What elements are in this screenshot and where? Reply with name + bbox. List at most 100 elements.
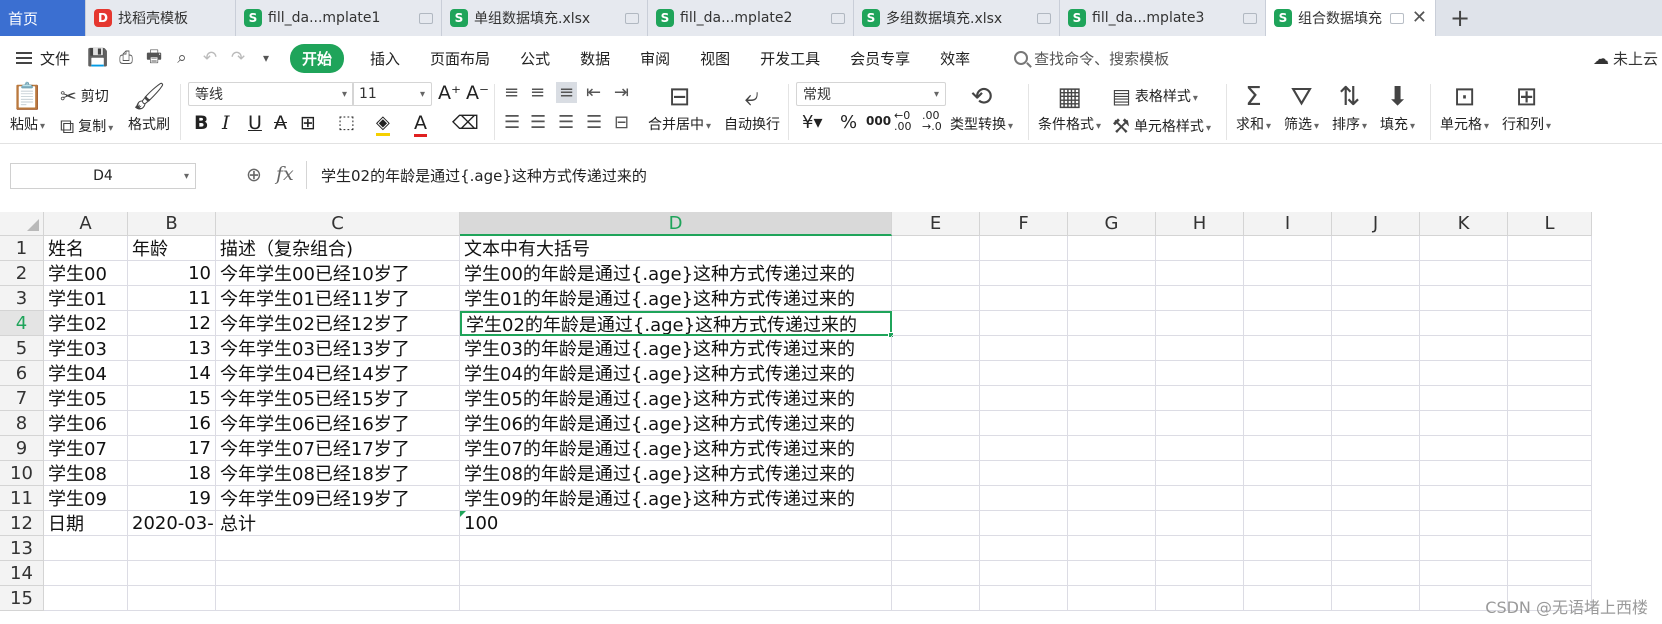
cell-d12[interactable]: 100 <box>460 511 892 536</box>
cell-d8[interactable]: 学生06的年龄是通过{.age}这种方式传递过来的 <box>460 411 892 436</box>
doc-tab-0[interactable]: 首页 <box>0 0 86 36</box>
cell-g10[interactable] <box>1068 461 1156 486</box>
number-format-select[interactable]: 常规 ▾ <box>796 82 946 106</box>
cell-g13[interactable] <box>1068 536 1156 561</box>
cell-k5[interactable] <box>1420 336 1508 361</box>
cell-e10[interactable] <box>892 461 980 486</box>
cell-a11[interactable]: 学生09 <box>44 486 128 511</box>
cell-g14[interactable] <box>1068 561 1156 586</box>
cell-d10[interactable]: 学生08的年龄是通过{.age}这种方式传递过来的 <box>460 461 892 486</box>
align-right-icon[interactable]: ☰ <box>558 112 574 133</box>
decrease-decimal-button[interactable]: .00 →.0 <box>922 110 942 132</box>
cell-j3[interactable] <box>1332 286 1420 311</box>
cells-button[interactable]: ⊡ 单元格 <box>1440 80 1489 134</box>
cell-l9[interactable] <box>1508 436 1592 461</box>
cell-h2[interactable] <box>1156 261 1244 286</box>
cell-i13[interactable] <box>1244 536 1332 561</box>
doc-tab-4[interactable]: Sfill_da...mplate2 <box>648 0 854 36</box>
cell-e1[interactable] <box>892 236 980 261</box>
cell-j4[interactable] <box>1332 311 1420 336</box>
cell-d9[interactable]: 学生07的年龄是通过{.age}这种方式传递过来的 <box>460 436 892 461</box>
cell-j6[interactable] <box>1332 361 1420 386</box>
print-preview-icon[interactable]: ⌕ <box>168 48 196 68</box>
cell-e12[interactable] <box>892 511 980 536</box>
cell-i12[interactable] <box>1244 511 1332 536</box>
cell-h11[interactable] <box>1156 486 1244 511</box>
cell-b2[interactable]: 10 <box>128 261 216 286</box>
ribbon-tab-0[interactable]: 开始 <box>290 43 345 73</box>
cell-j8[interactable] <box>1332 411 1420 436</box>
cell-a12[interactable]: 日期 <box>44 511 128 536</box>
redo-icon[interactable]: ↷ <box>224 48 252 68</box>
cell-h13[interactable] <box>1156 536 1244 561</box>
cell-k1[interactable] <box>1420 236 1508 261</box>
cell-i14[interactable] <box>1244 561 1332 586</box>
cell-b14[interactable] <box>128 561 216 586</box>
cell-a14[interactable] <box>44 561 128 586</box>
cell-f11[interactable] <box>980 486 1068 511</box>
type-convert-button[interactable]: ⟲ 类型转换 <box>950 80 1013 134</box>
cell-l8[interactable] <box>1508 411 1592 436</box>
row-header[interactable]: 1 <box>0 236 44 261</box>
cell-d3[interactable]: 学生01的年龄是通过{.age}这种方式传递过来的 <box>460 286 892 311</box>
undo-icon[interactable]: ↶ <box>196 48 224 68</box>
cell-j1[interactable] <box>1332 236 1420 261</box>
cell-d1[interactable]: 文本中有大括号 <box>460 236 892 261</box>
cell-h14[interactable] <box>1156 561 1244 586</box>
doc-tab-6[interactable]: Sfill_da...mplate3 <box>1060 0 1266 36</box>
cell-f4[interactable] <box>980 311 1068 336</box>
cell-d15[interactable] <box>460 586 892 611</box>
export-icon[interactable]: ⎙ <box>112 48 140 68</box>
cell-e2[interactable] <box>892 261 980 286</box>
cell-e11[interactable] <box>892 486 980 511</box>
command-search[interactable]: 查找命令、搜索模板 <box>1014 48 1169 69</box>
cell-i4[interactable] <box>1244 311 1332 336</box>
doc-tab-7[interactable]: S 组合数据填充.xlsx ✕ <box>1266 0 1436 36</box>
cell-g7[interactable] <box>1068 386 1156 411</box>
cell-l13[interactable] <box>1508 536 1592 561</box>
row-header[interactable]: 5 <box>0 336 44 361</box>
cell-l14[interactable] <box>1508 561 1592 586</box>
font-name-select[interactable]: 等线 ▾ <box>188 82 354 106</box>
fill-button[interactable]: ⬇ 填充 <box>1380 80 1415 134</box>
cell-style-button[interactable]: ⚒ 单元格样式 <box>1112 114 1211 138</box>
cell-i6[interactable] <box>1244 361 1332 386</box>
customize-toolbar-icon[interactable]: ▾ <box>252 51 280 65</box>
cell-c5[interactable]: 今年学生03已经13岁了 <box>216 336 460 361</box>
close-icon[interactable]: ✕ <box>1412 9 1427 27</box>
cell-h8[interactable] <box>1156 411 1244 436</box>
cell-f3[interactable] <box>980 286 1068 311</box>
cell-b6[interactable]: 14 <box>128 361 216 386</box>
cell-b4[interactable]: 12 <box>128 311 216 336</box>
column-header-g[interactable]: G <box>1068 212 1156 236</box>
cell-h7[interactable] <box>1156 386 1244 411</box>
cell-a10[interactable]: 学生08 <box>44 461 128 486</box>
column-header-b[interactable]: B <box>128 212 216 236</box>
cell-g4[interactable] <box>1068 311 1156 336</box>
cell-h1[interactable] <box>1156 236 1244 261</box>
cell-j13[interactable] <box>1332 536 1420 561</box>
cell-c8[interactable]: 今年学生06已经16岁了 <box>216 411 460 436</box>
cell-k12[interactable] <box>1420 511 1508 536</box>
cell-d6[interactable]: 学生04的年龄是通过{.age}这种方式传递过来的 <box>460 361 892 386</box>
cell-a3[interactable]: 学生01 <box>44 286 128 311</box>
paste-button[interactable]: 📋 粘贴 <box>10 80 45 134</box>
font-size-select[interactable]: 11 ▾ <box>352 82 432 106</box>
cell-c12[interactable]: 总计 <box>216 511 460 536</box>
cell-i2[interactable] <box>1244 261 1332 286</box>
cell-k6[interactable] <box>1420 361 1508 386</box>
ribbon-tab-6[interactable]: 视图 <box>700 48 730 69</box>
cloud-status[interactable]: ☁ 未上云 <box>1593 48 1658 69</box>
cell-f14[interactable] <box>980 561 1068 586</box>
cell-e4[interactable] <box>892 311 980 336</box>
cell-d13[interactable] <box>460 536 892 561</box>
wrap-text-button[interactable]: ⤶ 自动换行 <box>724 80 780 134</box>
cell-b3[interactable]: 11 <box>128 286 216 311</box>
cell-c6[interactable]: 今年学生04已经14岁了 <box>216 361 460 386</box>
ribbon-tab-4[interactable]: 数据 <box>580 48 610 69</box>
border-button[interactable]: ⊞ <box>300 112 316 134</box>
cell-j15[interactable] <box>1332 586 1420 611</box>
row-header[interactable]: 6 <box>0 361 44 386</box>
cell-l6[interactable] <box>1508 361 1592 386</box>
ribbon-tab-2[interactable]: 页面布局 <box>430 48 490 69</box>
